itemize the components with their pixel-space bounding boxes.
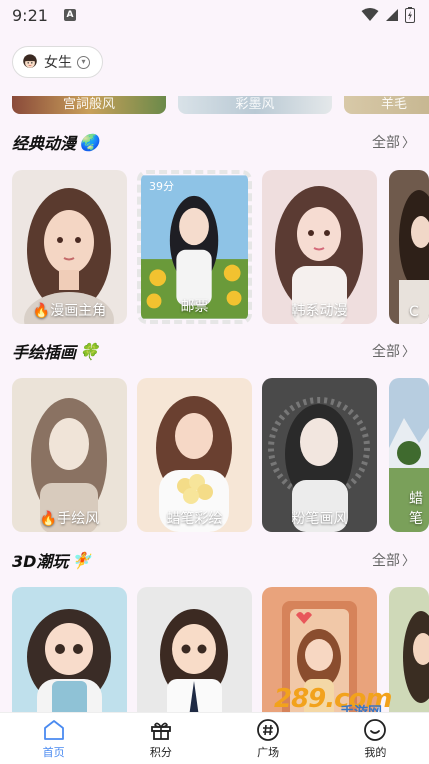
girl-avatar-icon [23, 54, 37, 68]
strip-card-label: 宫詞般风 [62, 97, 115, 112]
style-card-comic-hero[interactable]: 🔥漫画主角 [12, 170, 127, 324]
style-card-partial[interactable]: C [389, 170, 429, 324]
nav-points[interactable]: 积分 [121, 718, 201, 760]
card-label: C [409, 304, 419, 320]
nav-square[interactable]: 广场 [228, 718, 308, 760]
strip-card[interactable]: 彩墨风 [178, 96, 332, 114]
fairy-icon: 🧚 [71, 550, 92, 570]
nav-label: 首页 [42, 745, 65, 759]
section-header-classic-anime: 经典动漫 🌏 全部〉 [0, 129, 429, 155]
style-card-partial[interactable] [389, 587, 429, 712]
nav-mine[interactable]: 我的 [335, 718, 415, 760]
card-row: 🔥漫画主角 39分 邮票 韩系动漫 C [0, 170, 429, 324]
chevron-right-icon: 〉 [401, 554, 415, 569]
hashtag-icon [257, 718, 280, 741]
portrait-image [262, 587, 377, 712]
style-card-3d-2[interactable] [137, 587, 252, 712]
wifi-icon [361, 8, 379, 21]
portrait-image [137, 587, 252, 712]
status-time: 9:21 [12, 5, 48, 25]
card-label: 蜡笔 [409, 491, 423, 527]
card-label: 韩系动漫 [291, 303, 348, 319]
top-strip: 宫詞般风 彩墨风 羊毛 [0, 96, 429, 114]
nav-home[interactable]: 首页 [14, 718, 94, 760]
chevron-right-icon: 〉 [401, 345, 415, 360]
strip-card[interactable]: 羊毛 [344, 96, 429, 114]
notification-icon: A [63, 9, 76, 21]
card-label: 🔥手绘风 [39, 511, 100, 527]
gender-selector-button[interactable]: 女生 ▾ [12, 46, 103, 78]
portrait-image [12, 587, 127, 712]
section-title: 手绘插画 🍀 [12, 341, 99, 363]
style-card-stamp[interactable]: 39分 邮票 [137, 170, 252, 324]
style-card-partial[interactable]: 蜡笔 [389, 378, 429, 532]
clover-icon: 🍀 [79, 341, 99, 361]
style-card-hand-drawn[interactable]: 🔥手绘风 [12, 378, 127, 532]
smile-face-icon [364, 718, 387, 741]
home-icon [43, 719, 64, 740]
nav-label: 我的 [364, 745, 387, 759]
nav-label: 积分 [149, 745, 172, 759]
section-title: 3D潮玩 🧚 [12, 550, 92, 572]
style-card-korean-anime[interactable]: 韩系动漫 [262, 170, 377, 324]
card-label: 粉笔画风 [291, 511, 348, 527]
card-label: 🔥漫画主角 [32, 303, 107, 319]
card-row: 🔥手绘风 蜡笔彩绘 粉笔画风 蜡笔 [0, 378, 429, 532]
section-header-3d-toys: 3D潮玩 🧚 全部〉 [0, 547, 429, 573]
portrait-image [389, 170, 429, 324]
portrait-image [389, 587, 429, 712]
section-header-hand-drawn: 手绘插画 🍀 全部〉 [0, 338, 429, 364]
chevron-right-icon: 〉 [401, 136, 415, 151]
chevron-down-icon: ▾ [77, 55, 90, 69]
nav-label: 广场 [257, 745, 280, 759]
section-title: 经典动漫 🌏 [12, 132, 99, 154]
strip-card-label: 彩墨风 [235, 97, 275, 112]
card-label: 蜡笔彩绘 [166, 511, 223, 527]
style-card-3d-3[interactable] [262, 587, 377, 712]
battery-icon [405, 7, 415, 23]
gift-icon [150, 722, 171, 740]
stamp-value-text: 39分 [149, 180, 174, 193]
strip-card-label: 羊毛 [380, 97, 407, 112]
globe-icon: 🌏 [79, 132, 99, 152]
card-row [0, 587, 429, 712]
view-all-button[interactable]: 全部〉 [372, 550, 415, 570]
bottom-nav: 首页 积分 广场 我的 [0, 712, 429, 764]
signal-icon [386, 9, 398, 21]
status-bar: 9:21 A [0, 0, 429, 30]
style-card-crayon[interactable]: 蜡笔彩绘 [137, 378, 252, 532]
style-card-3d-1[interactable] [12, 587, 127, 712]
view-all-button[interactable]: 全部〉 [372, 132, 415, 152]
style-card-chalk[interactable]: 粉笔画风 [262, 378, 377, 532]
strip-card[interactable]: 宫詞般风 [12, 96, 166, 114]
card-label: 邮票 [180, 299, 209, 315]
gender-label: 女生 [44, 55, 72, 71]
view-all-button[interactable]: 全部〉 [372, 341, 415, 361]
